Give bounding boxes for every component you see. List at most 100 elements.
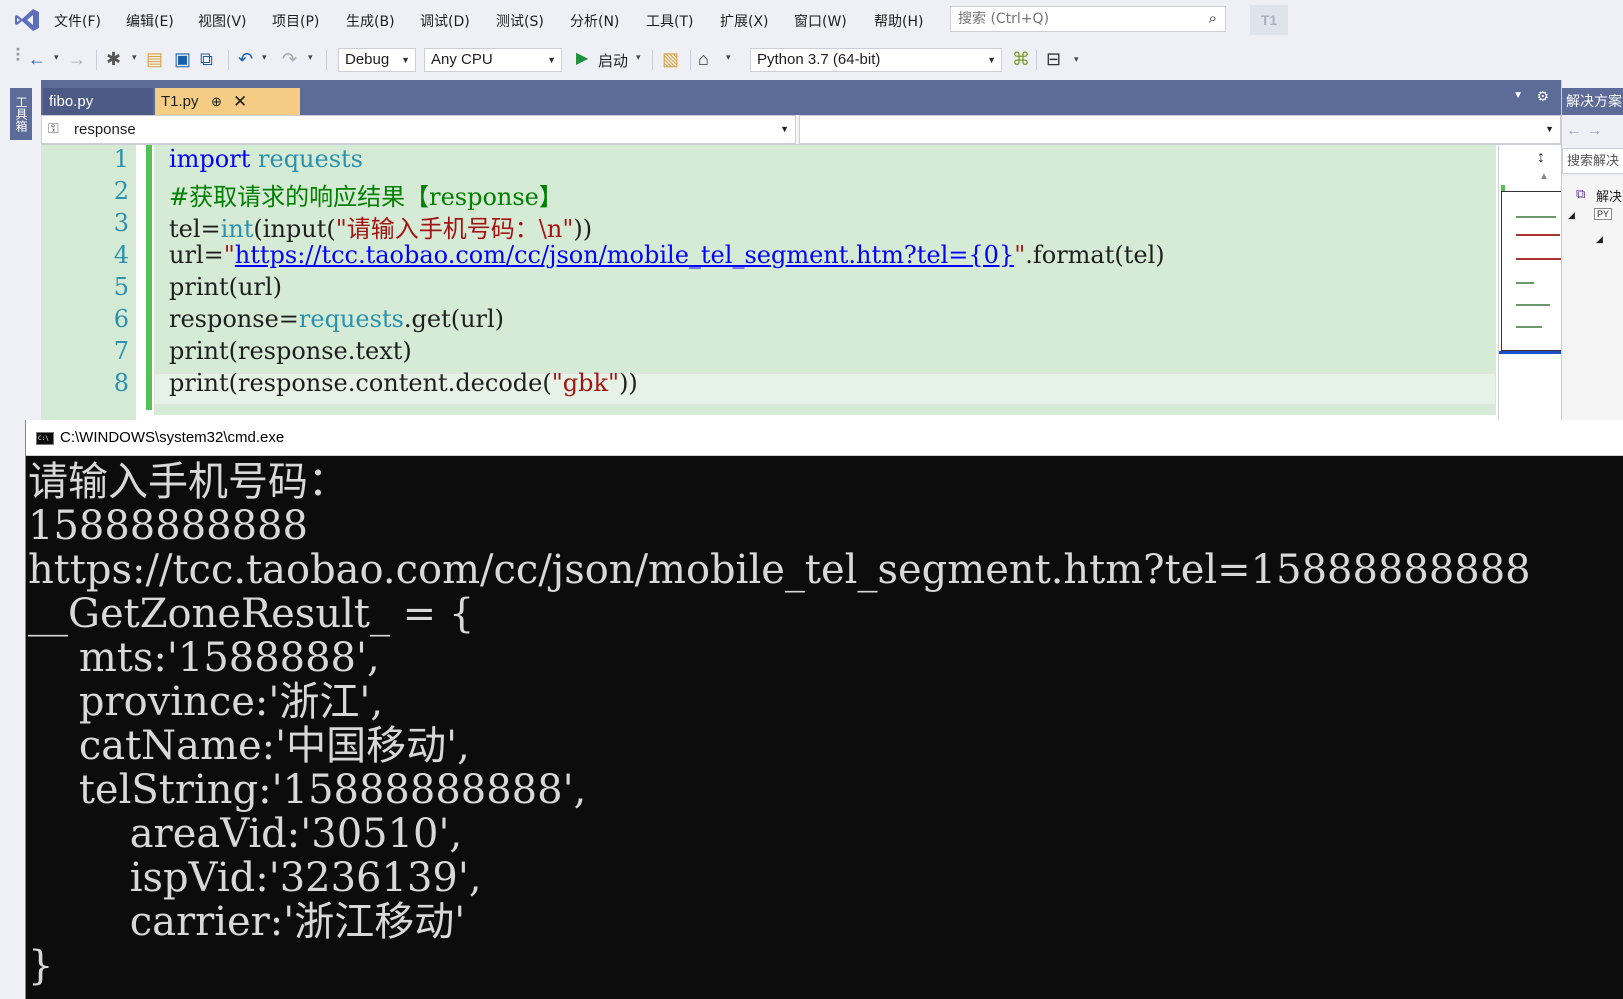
toolbar-separator xyxy=(690,50,691,70)
code-line[interactable]: print(response.content.decode("gbk")) xyxy=(169,369,638,397)
menu-extensions[interactable]: 扩展(X) xyxy=(720,11,769,31)
gear-icon[interactable]: ⚙ xyxy=(1536,88,1549,105)
menu-help[interactable]: 帮助(H) xyxy=(874,11,923,31)
solution-explorer-title[interactable]: 解决方案 xyxy=(1562,88,1623,115)
code-token: " xyxy=(223,241,235,269)
search-input[interactable] xyxy=(951,7,1195,31)
line-number: 1 xyxy=(113,145,129,173)
line-number: 5 xyxy=(113,273,129,301)
toolbar-separator xyxy=(326,50,327,70)
console-line: https://tcc.taobao.com/cc/json/mobile_te… xyxy=(28,547,1531,593)
attach-icon[interactable]: ▧ xyxy=(662,49,679,69)
code-token: response= xyxy=(169,305,299,333)
menu-tools[interactable]: 工具(T) xyxy=(646,11,693,31)
menu-edit[interactable]: 编辑(E) xyxy=(126,11,174,31)
console-line: province:'浙江', xyxy=(28,679,384,725)
undo-dropdown-icon[interactable]: ▾ xyxy=(262,52,267,63)
line-number: 8 xyxy=(113,369,129,397)
code-token: url= xyxy=(169,241,224,269)
console-title: C:\WINDOWS\system32\cmd.exe xyxy=(60,429,285,446)
expand-arrow-icon[interactable]: ◢ xyxy=(1568,210,1575,221)
code-token[interactable]: https://tcc.taobao.com/cc/json/mobile_te… xyxy=(235,241,1014,269)
tab-fibo-py[interactable]: fibo.py xyxy=(43,88,153,115)
menu-file[interactable]: 文件(F) xyxy=(54,11,101,31)
platform-select[interactable]: Any CPU ▼ xyxy=(424,48,562,72)
scroll-up-icon[interactable]: ▲ xyxy=(1539,171,1549,182)
solution-tree[interactable]: ⧉ 解决 ◢ PY ◢ xyxy=(1562,176,1623,420)
solution-tree-item[interactable]: 解决 xyxy=(1596,186,1622,205)
menu-view[interactable]: 视图(V) xyxy=(198,11,247,31)
console-window[interactable]: C:\ C:\WINDOWS\system32\cmd.exe 请输入手机号码：… xyxy=(25,420,1623,999)
menu-debug[interactable]: 调试(D) xyxy=(420,11,470,31)
solution-explorer-panel: 解决方案 ← → 搜索解决 ⧉ 解决 ◢ PY ◢ xyxy=(1561,80,1623,420)
close-icon[interactable]: ✕ xyxy=(233,88,247,115)
console-title-bar[interactable]: C:\ C:\WINDOWS\system32\cmd.exe xyxy=(26,420,1623,456)
pin-icon[interactable]: ⊕ xyxy=(211,88,222,115)
configuration-select[interactable]: Debug ▼ xyxy=(338,48,416,72)
save-icon[interactable]: ▣ xyxy=(174,49,191,69)
code-line[interactable]: import requests xyxy=(169,145,363,173)
code-line[interactable]: print(response.text) xyxy=(169,337,412,365)
python-environment-select[interactable]: Python 3.7 (64-bit) ▼ xyxy=(750,48,1002,72)
undo-icon[interactable]: ↶ xyxy=(238,49,253,69)
home-dropdown-icon[interactable]: ▾ xyxy=(726,52,731,63)
start-dropdown-icon[interactable]: ▾ xyxy=(636,52,641,63)
console-app-icon: C:\ xyxy=(36,432,54,445)
expand-arrow-icon[interactable]: ◢ xyxy=(1596,234,1603,245)
code-token: "请输入手机号码：\n" xyxy=(335,215,574,243)
back-dropdown-icon[interactable]: ▾ xyxy=(54,52,59,63)
open-folder-icon[interactable]: ▤ xyxy=(146,49,163,69)
menu-window[interactable]: 窗口(W) xyxy=(794,11,847,31)
back-icon[interactable]: ← xyxy=(28,49,46,69)
scope-dropdown[interactable]: ▼ xyxy=(799,115,1561,144)
code-token: "gbk" xyxy=(551,369,620,397)
home-icon[interactable]: ⌂ xyxy=(698,49,709,69)
code-token: int xyxy=(220,215,254,243)
start-play-icon[interactable]: ▶ xyxy=(576,49,588,69)
visual-studio-logo-icon xyxy=(15,9,39,31)
search-icon[interactable]: ⌕ xyxy=(1209,10,1217,27)
toolbox-tab[interactable]: 工具箱 xyxy=(10,88,32,140)
minimap-line xyxy=(1516,282,1534,284)
line-number: 3 xyxy=(113,209,129,237)
redo-icon[interactable]: ↷ xyxy=(282,49,297,69)
toolbar-grip-icon: ⠇ xyxy=(14,46,28,66)
code-line[interactable]: print(url) xyxy=(169,273,282,301)
new-dropdown-icon[interactable]: ▾ xyxy=(132,52,137,63)
menu-build[interactable]: 生成(B) xyxy=(346,11,395,31)
redo-dropdown-icon[interactable]: ▾ xyxy=(308,52,313,63)
code-line[interactable]: response=requests.get(url) xyxy=(169,305,504,333)
project-badge[interactable]: T1 xyxy=(1250,5,1288,35)
code-token: .get(url) xyxy=(403,305,505,333)
tab-list-dropdown-icon[interactable]: ▼ xyxy=(1513,90,1523,101)
solution-search-input[interactable]: 搜索解决 xyxy=(1562,148,1623,174)
new-project-icon[interactable]: ✱ xyxy=(106,49,121,69)
tab-t1-py[interactable]: T1.py ⊕ ✕ xyxy=(155,88,300,115)
menu-analyze[interactable]: 分析(N) xyxy=(570,11,619,31)
member-dropdown[interactable]: ⚿ response ▼ xyxy=(41,115,796,144)
code-line[interactable]: tel=int(input("请输入手机号码：\n")) xyxy=(169,209,592,244)
split-editor-icon[interactable]: ↕ xyxy=(1537,149,1545,167)
layout-icon[interactable]: ⊟ xyxy=(1046,49,1061,69)
solution-icon: ⧉ xyxy=(1576,186,1586,201)
code-editor[interactable]: import requests #获取请求的响应结果【response】 tel=i… xyxy=(41,145,1592,420)
search-box[interactable]: ⌕ xyxy=(950,6,1226,32)
menu-project[interactable]: 项目(P) xyxy=(272,11,319,31)
code-line[interactable]: url="https://tcc.taobao.com/cc/json/mobi… xyxy=(169,241,1165,269)
toolbar-separator xyxy=(96,50,97,70)
console-output[interactable]: 请输入手机号码： 15888888888 https://tcc.taobao.co… xyxy=(28,460,1622,997)
code-line[interactable]: #获取请求的响应结果【response】 xyxy=(169,177,563,212)
menu-bar: 文件(F) 编辑(E) 视图(V) 项目(P) 生成(B) 调试(D) 测试(S… xyxy=(0,0,1623,40)
platform-value: Any CPU xyxy=(431,51,493,68)
customize-dropdown-icon[interactable]: ▾ xyxy=(1074,54,1079,65)
environment-icon[interactable]: ⌘ xyxy=(1012,49,1030,69)
menu-test[interactable]: 测试(S) xyxy=(496,11,544,31)
navigation-arrows-icon[interactable]: ← → xyxy=(1566,122,1602,140)
code-token: requests xyxy=(258,145,363,173)
start-button[interactable]: 启动 xyxy=(598,50,628,71)
navigation-bar: ⚿ response ▼ ▼ xyxy=(41,115,1561,145)
forward-icon[interactable]: → xyxy=(68,49,86,69)
chevron-down-icon: ▼ xyxy=(1545,124,1554,134)
save-all-icon[interactable]: ⧉ xyxy=(200,49,213,69)
